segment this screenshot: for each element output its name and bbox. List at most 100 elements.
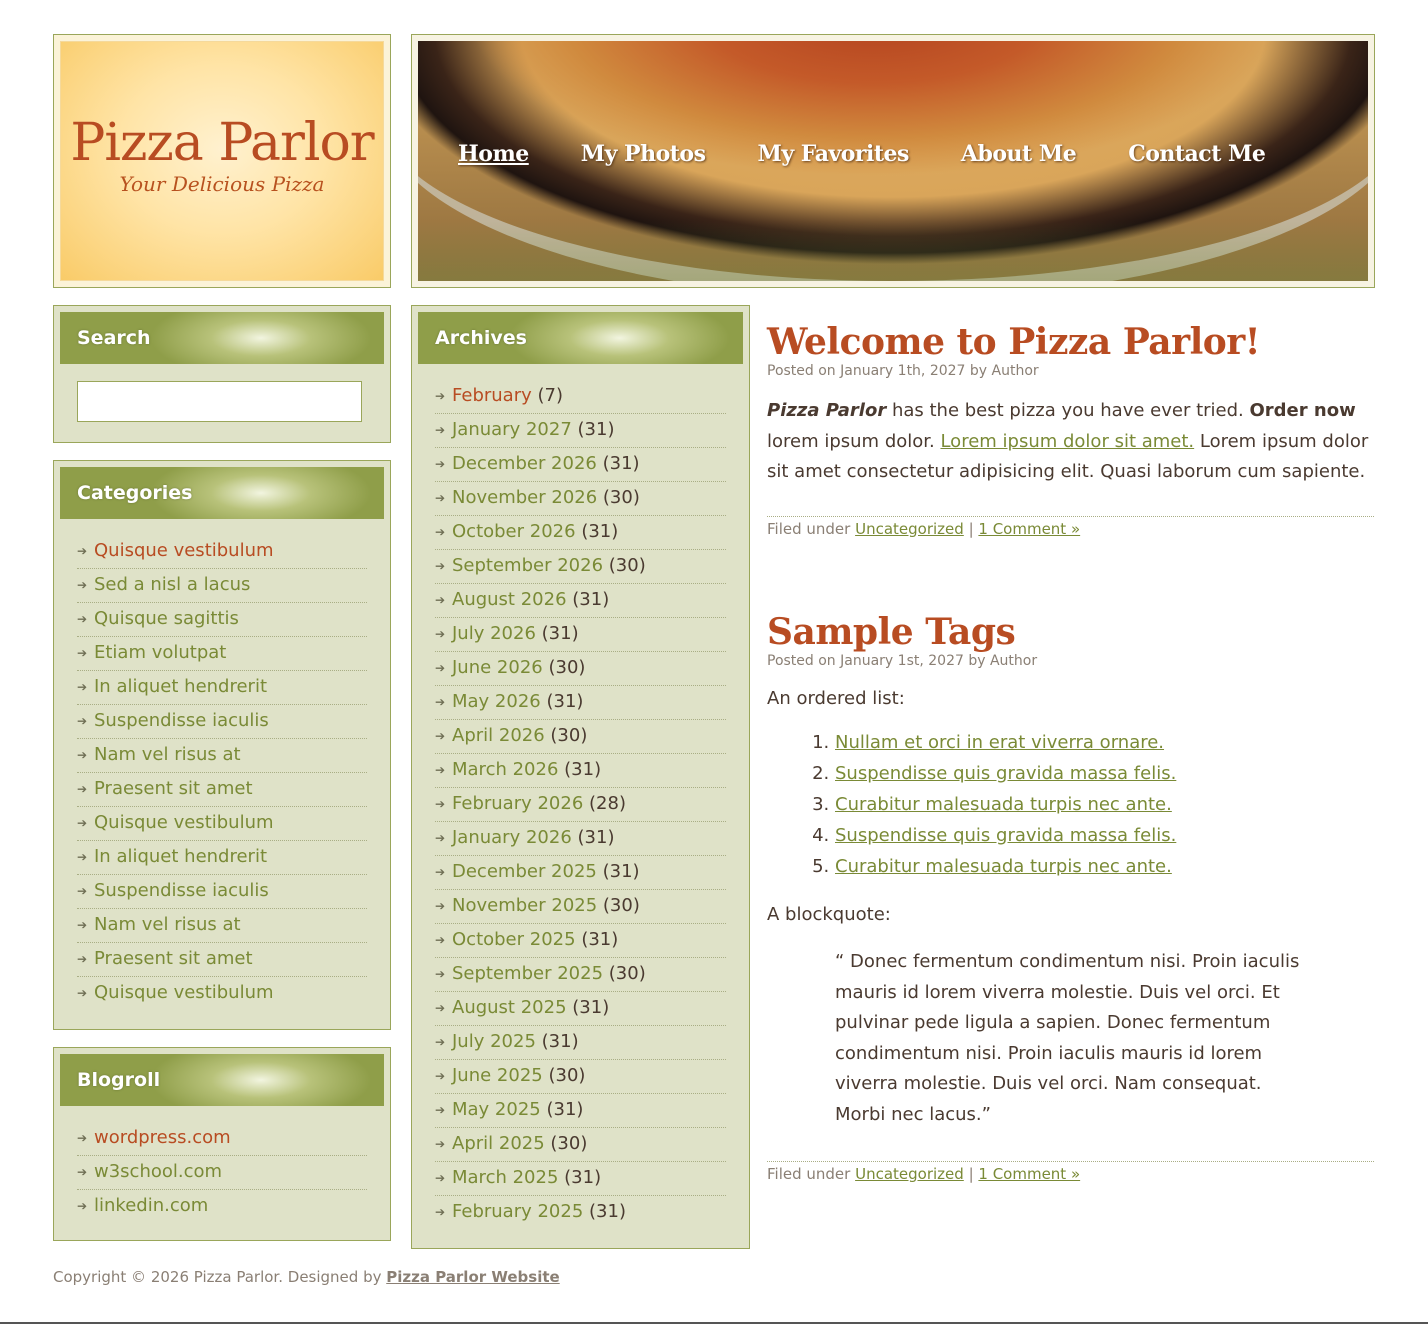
category-item[interactable]: ➔ Praesent sit amet: [77, 773, 367, 807]
archive-link[interactable]: November 2026: [452, 487, 597, 508]
archive-link[interactable]: March 2025: [452, 1167, 558, 1188]
archive-item[interactable]: ➔ August 2026 (31): [435, 584, 726, 618]
archive-link[interactable]: December 2025: [452, 861, 597, 882]
archive-item[interactable]: ➔ December 2026 (31): [435, 448, 726, 482]
category-link[interactable]: Sed a nisl a lacus: [94, 574, 250, 595]
archive-item[interactable]: ➔ October 2026 (31): [435, 516, 726, 550]
archive-link[interactable]: September 2025: [452, 963, 603, 984]
category-link[interactable]: Uncategorized: [855, 520, 964, 538]
archive-link[interactable]: August 2026: [452, 589, 567, 610]
archive-item[interactable]: ➔ April 2026 (30): [435, 720, 726, 754]
category-item[interactable]: ➔ Nam vel risus at: [77, 739, 367, 773]
category-item[interactable]: ➔ Quisque vestibulum: [77, 535, 367, 569]
category-link[interactable]: Quisque sagittis: [94, 608, 239, 629]
archive-link[interactable]: April 2026: [452, 725, 545, 746]
archive-link[interactable]: April 2025: [452, 1133, 545, 1154]
category-link[interactable]: Quisque vestibulum: [94, 540, 274, 561]
category-item[interactable]: ➔ Quisque vestibulum: [77, 977, 367, 1011]
nav-home[interactable]: Home: [458, 141, 529, 167]
category-link[interactable]: Suspendisse iaculis: [94, 710, 269, 731]
category-link[interactable]: Etiam volutpat: [94, 642, 226, 663]
blogroll-item[interactable]: ➔ wordpress.com: [77, 1122, 367, 1156]
archive-item[interactable]: ➔ November 2026 (30): [435, 482, 726, 516]
archive-link[interactable]: July 2026: [452, 623, 536, 644]
category-link[interactable]: In aliquet hendrerit: [94, 846, 267, 867]
nav-my-photos[interactable]: My Photos: [581, 141, 706, 167]
archive-link[interactable]: September 2026: [452, 555, 603, 576]
list-link[interactable]: Suspendisse quis gravida massa felis.: [835, 825, 1176, 846]
archive-link[interactable]: May 2026: [452, 691, 541, 712]
category-item[interactable]: ➔ In aliquet hendrerit: [77, 841, 367, 875]
archive-item[interactable]: ➔ May 2026 (31): [435, 686, 726, 720]
category-item[interactable]: ➔ In aliquet hendrerit: [77, 671, 367, 705]
archive-link[interactable]: July 2025: [452, 1031, 536, 1052]
category-link[interactable]: Praesent sit amet: [94, 778, 253, 799]
blogroll-item[interactable]: ➔ w3school.com: [77, 1156, 367, 1190]
blogroll-link[interactable]: wordpress.com: [94, 1127, 231, 1148]
body-link[interactable]: Lorem ipsum dolor sit amet.: [940, 431, 1194, 452]
category-item[interactable]: ➔ Quisque vestibulum: [77, 807, 367, 841]
category-link[interactable]: Nam vel risus at: [94, 744, 241, 765]
category-item[interactable]: ➔ Quisque sagittis: [77, 603, 367, 637]
category-item[interactable]: ➔ Nam vel risus at: [77, 909, 367, 943]
archive-item[interactable]: ➔ July 2026 (31): [435, 618, 726, 652]
category-item[interactable]: ➔ Suspendisse iaculis: [77, 705, 367, 739]
archive-link[interactable]: February: [452, 385, 532, 406]
designer-link[interactable]: Pizza Parlor Website: [386, 1268, 559, 1286]
category-item[interactable]: ➔ Praesent sit amet: [77, 943, 367, 977]
list-link[interactable]: Curabitur malesuada turpis nec ante.: [835, 856, 1172, 877]
archive-link[interactable]: March 2026: [452, 759, 558, 780]
list-link[interactable]: Curabitur malesuada turpis nec ante.: [835, 794, 1172, 815]
archive-item[interactable]: ➔ January 2026 (31): [435, 822, 726, 856]
archive-item[interactable]: ➔ June 2025 (30): [435, 1060, 726, 1094]
archive-item[interactable]: ➔ December 2025 (31): [435, 856, 726, 890]
category-item[interactable]: ➔ Sed a nisl a lacus: [77, 569, 367, 603]
category-link[interactable]: In aliquet hendrerit: [94, 676, 267, 697]
archive-link[interactable]: October 2026: [452, 521, 576, 542]
comments-link[interactable]: 1 Comment »: [978, 1165, 1080, 1183]
category-link[interactable]: Quisque vestibulum: [94, 812, 274, 833]
archive-link[interactable]: October 2025: [452, 929, 576, 950]
nav-contact-me[interactable]: Contact Me: [1128, 141, 1266, 167]
blogroll-link[interactable]: linkedin.com: [94, 1195, 208, 1216]
archive-item[interactable]: ➔ March 2025 (31): [435, 1162, 726, 1196]
archive-item[interactable]: ➔ March 2026 (31): [435, 754, 726, 788]
archive-item[interactable]: ➔ May 2025 (31): [435, 1094, 726, 1128]
archive-item[interactable]: ➔ June 2026 (30): [435, 652, 726, 686]
blogroll-link[interactable]: w3school.com: [94, 1161, 222, 1182]
archive-link[interactable]: February 2026: [452, 793, 583, 814]
nav-about-me[interactable]: About Me: [961, 141, 1077, 167]
list-link[interactable]: Nullam et orci in erat viverra ornare.: [835, 732, 1164, 753]
search-input[interactable]: [77, 381, 362, 422]
category-item[interactable]: ➔ Suspendisse iaculis: [77, 875, 367, 909]
archive-item[interactable]: ➔ November 2025 (30): [435, 890, 726, 924]
list-link[interactable]: Suspendisse quis gravida massa felis.: [835, 763, 1176, 784]
blogroll-item[interactable]: ➔ linkedin.com: [77, 1190, 367, 1224]
post-title[interactable]: Welcome to Pizza Parlor!: [767, 322, 1374, 362]
archive-link[interactable]: February 2025: [452, 1201, 583, 1222]
archive-item[interactable]: ➔ January 2027 (31): [435, 414, 726, 448]
category-link[interactable]: Quisque vestibulum: [94, 982, 274, 1003]
archive-link[interactable]: January 2026: [452, 827, 572, 848]
archive-link[interactable]: June 2025: [452, 1065, 543, 1086]
post-title[interactable]: Sample Tags: [767, 612, 1374, 652]
archive-item[interactable]: ➔ February (7): [435, 380, 726, 414]
category-link[interactable]: Nam vel risus at: [94, 914, 241, 935]
archive-link[interactable]: August 2025: [452, 997, 567, 1018]
archive-item[interactable]: ➔ October 2025 (31): [435, 924, 726, 958]
category-link[interactable]: Praesent sit amet: [94, 948, 253, 969]
nav-my-favorites[interactable]: My Favorites: [757, 141, 909, 167]
archive-item[interactable]: ➔ August 2025 (31): [435, 992, 726, 1026]
archive-item[interactable]: ➔ February 2025 (31): [435, 1196, 726, 1230]
category-link[interactable]: Uncategorized: [855, 1165, 964, 1183]
archive-link[interactable]: December 2026: [452, 453, 597, 474]
archive-link[interactable]: June 2026: [452, 657, 543, 678]
logo[interactable]: Pizza Parlor Your Delicious Pizza: [60, 41, 384, 281]
comments-link[interactable]: 1 Comment »: [978, 520, 1080, 538]
archive-item[interactable]: ➔ April 2025 (30): [435, 1128, 726, 1162]
archive-item[interactable]: ➔ February 2026 (28): [435, 788, 726, 822]
archive-item[interactable]: ➔ September 2026 (30): [435, 550, 726, 584]
category-item[interactable]: ➔ Etiam volutpat: [77, 637, 367, 671]
archive-link[interactable]: January 2027: [452, 419, 572, 440]
archive-link[interactable]: November 2025: [452, 895, 597, 916]
